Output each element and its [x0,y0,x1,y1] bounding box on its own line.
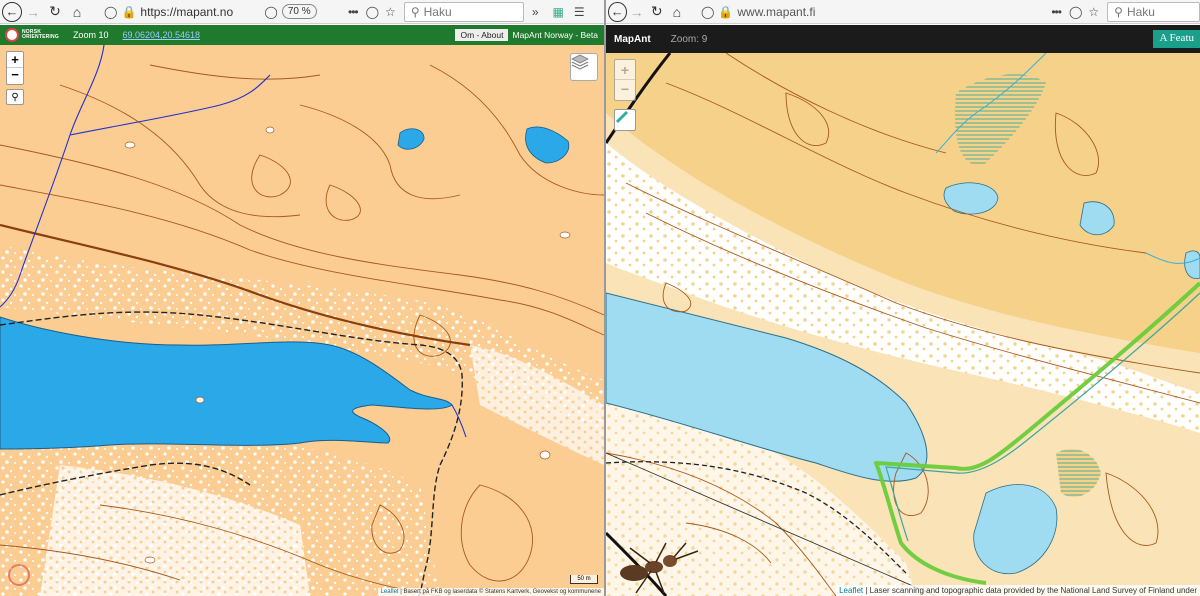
page-actions-menu[interactable]: ••• [1051,5,1062,19]
shield-icon: ◯ [700,4,715,19]
home-button[interactable]: ⌂ [667,1,687,23]
locate-button[interactable]: ⚲ [6,89,24,105]
scale-bar: 50 m [570,575,598,584]
search-field[interactable]: ⚲ Haku [403,1,524,22]
back-button[interactable]: ← [608,1,627,22]
address-bar[interactable]: ◯ 🔒 https://mapant.no ◯ 70 % [100,2,332,22]
search-placeholder: Haku [423,4,452,19]
lightbulb-icon[interactable]: ◯ [264,5,277,19]
map-canvas-finland [606,53,1200,596]
zoom-control: + − [6,51,24,85]
location-pin-icon: ⚲ [11,91,19,103]
map-attribution: Leaflet | Laser scanning and topographic… [836,585,1200,596]
ruler-icon [615,110,629,124]
orienteering-map-norway[interactable]: + − ⚲ 50 m Leaflet | Basert på FKB og la… [0,45,604,596]
leaflet-link[interactable]: Leaflet [839,586,863,595]
map-attribution: Leaflet | Basert på FKB og laserdata © S… [377,588,604,596]
orienteering-map-finland[interactable]: + − Leaflet | Laser scanning and topogra… [606,53,1200,596]
zoom-label: Zoom 10 [72,30,109,40]
shield-icon: ◯ [104,4,118,19]
extension-icon[interactable]: ▦ [553,5,564,19]
right-browser-window: ← → ↻ ⌂ ◯ 🔒 www.mapant.fi ••• ◯ ☆ ⚲ Haku… [606,0,1200,596]
attribution-text: | Basert på FKB og laserdata © Statens K… [398,589,601,595]
pocket-icon[interactable]: ◯ [1069,5,1082,19]
left-browser-toolbar: ← → ↻ ⌂ ◯ 🔒 https://mapant.no ◯ 70 % •••… [0,0,604,24]
forward-arrow-icon: → [26,3,40,20]
url-text: https://mapant.no [140,4,234,19]
norsk-orientering-logo-icon [5,28,19,42]
bookmark-star-icon[interactable]: ☆ [385,5,396,19]
coordinates-link[interactable]: 69.06204,20.54618 [122,30,200,40]
zoom-label: Zoom: 9 [670,33,708,45]
right-browser-toolbar: ← → ↻ ⌂ ◯ 🔒 www.mapant.fi ••• ◯ ☆ ⚲ Haku [606,0,1200,24]
back-arrow-icon: ← [610,4,624,19]
zoom-in-button[interactable]: + [615,60,635,80]
zoom-out-button[interactable]: − [615,80,635,100]
back-arrow-icon: ← [5,4,19,19]
back-button[interactable]: ← [2,1,22,22]
layers-button[interactable] [570,53,598,81]
home-button[interactable]: ⌂ [66,1,88,23]
map-canvas-norway [0,45,604,596]
insecure-lock-icon: 🔒 [718,4,734,19]
attribution-text: | Laser scanning and topographic data pr… [863,586,1197,595]
hamburger-menu-icon[interactable]: ☰ [574,5,585,19]
zoom-level-badge[interactable]: 70 % [281,4,317,19]
mapant-norway-header: NORSK ORIENTERING Zoom 10 69.06204,20.54… [0,25,604,45]
about-button[interactable]: Om - About [455,29,509,41]
address-bar[interactable]: ◯ 🔒 www.mapant.fi [697,2,981,22]
lock-icon: 🔒 [121,4,137,19]
measure-tool-button[interactable] [614,109,636,131]
forward-button[interactable]: → [22,1,44,23]
features-button[interactable]: A Featu [1153,30,1200,48]
mapant-finland-header: MapAnt Zoom: 9 A Featu [606,25,1200,53]
pocket-icon[interactable]: ◯ [366,5,379,19]
zoom-in-button[interactable]: + [7,52,23,68]
layers-icon [571,54,589,70]
site-title: MapAnt [614,33,651,45]
forward-button[interactable]: → [627,1,647,23]
search-field[interactable]: ⚲ Haku [1107,1,1200,22]
search-placeholder: Haku [1126,4,1155,19]
reload-icon: ↻ [650,3,663,19]
logo-line-2: ORIENTERING [22,34,59,40]
left-browser-window: ← → ↻ ⌂ ◯ 🔒 https://mapant.no ◯ 70 % •••… [0,0,604,596]
home-icon: ⌂ [72,3,82,20]
reload-icon: ↻ [49,3,61,19]
zoom-out-button[interactable]: − [7,68,23,84]
overflow-chevron-icon[interactable]: » [532,5,539,19]
page-actions-menu[interactable]: ••• [348,5,359,19]
bookmark-star-icon[interactable]: ☆ [1088,5,1099,19]
norsk-orientering-logo: NORSK ORIENTERING [22,30,59,40]
reload-button[interactable]: ↻ [647,1,667,23]
watermark-logo-icon [8,564,30,586]
search-icon: ⚲ [410,4,420,19]
home-icon: ⌂ [672,3,682,20]
site-title: MapAnt Norway - Beta [512,30,598,40]
search-icon: ⚲ [1114,4,1123,19]
reload-button[interactable]: ↻ [44,1,66,23]
forward-arrow-icon: → [629,3,644,20]
url-text: www.mapant.fi [737,4,816,19]
zoom-control: + − [614,59,636,101]
leaflet-link[interactable]: Leaflet [381,589,399,595]
